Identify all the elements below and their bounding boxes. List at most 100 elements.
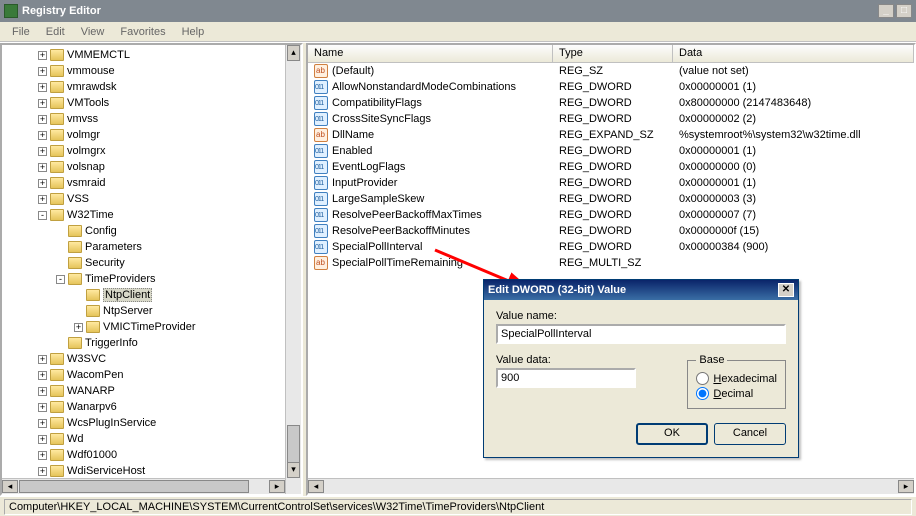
expand-toggle[interactable]: + <box>38 99 47 108</box>
list-horizontal-scrollbar[interactable]: ◂ ▸ <box>308 478 914 494</box>
column-data[interactable]: Data <box>673 45 914 62</box>
expand-toggle[interactable]: + <box>38 371 47 380</box>
expand-toggle[interactable]: - <box>56 275 65 284</box>
expand-toggle[interactable]: + <box>38 387 47 396</box>
tree-item-w32time[interactable]: -W32Time <box>2 207 301 223</box>
expand-toggle[interactable]: + <box>38 451 47 460</box>
folder-icon <box>50 209 64 221</box>
value-type: REG_DWORD <box>553 161 673 173</box>
expand-toggle[interactable]: + <box>38 467 47 476</box>
expand-toggle[interactable]: + <box>38 147 47 156</box>
tree-item-wdiservicehost[interactable]: +WdiServiceHost <box>2 463 301 479</box>
tree-label: volmgr <box>67 129 100 141</box>
tree-item-timeproviders[interactable]: -TimeProviders <box>2 271 301 287</box>
expand-toggle[interactable]: + <box>38 51 47 60</box>
tree-item-vmrawdsk[interactable]: +vmrawdsk <box>2 79 301 95</box>
value-row[interactable]: ResolvePeerBackoffMinutesREG_DWORD0x0000… <box>308 223 914 239</box>
tree-item-w3svc[interactable]: +W3SVC <box>2 351 301 367</box>
ok-button[interactable]: OK <box>636 423 708 445</box>
close-button[interactable]: ✕ <box>778 283 794 297</box>
tree-vertical-scrollbar[interactable]: ▴ ▾ <box>285 45 301 494</box>
tree-item-volsnap[interactable]: +volsnap <box>2 159 301 175</box>
tree-item-wanarpv6[interactable]: +Wanarpv6 <box>2 399 301 415</box>
dialog-title-bar[interactable]: Edit DWORD (32-bit) Value ✕ <box>484 280 798 300</box>
tree-label: Security <box>85 257 125 269</box>
folder-icon <box>50 129 64 141</box>
tree-item-vmtools[interactable]: +VMTools <box>2 95 301 111</box>
expand-toggle[interactable]: + <box>38 435 47 444</box>
tree-item-triggerinfo[interactable]: TriggerInfo <box>2 335 301 351</box>
tree-item-security[interactable]: Security <box>2 255 301 271</box>
tree-item-volmgrx[interactable]: +volmgrx <box>2 143 301 159</box>
expand-toggle[interactable]: + <box>38 163 47 172</box>
folder-icon <box>50 177 64 189</box>
tree-item-wcspluginservice[interactable]: +WcsPlugInService <box>2 415 301 431</box>
expand-toggle[interactable]: + <box>38 195 47 204</box>
value-type: REG_DWORD <box>553 209 673 221</box>
tree-item-ntpserver[interactable]: NtpServer <box>2 303 301 319</box>
scroll-right-icon[interactable]: ▸ <box>269 480 285 493</box>
value-row[interactable]: SpecialPollIntervalREG_DWORD0x00000384 (… <box>308 239 914 255</box>
value-row[interactable]: CrossSiteSyncFlagsREG_DWORD0x00000002 (2… <box>308 111 914 127</box>
value-name-field[interactable] <box>496 324 786 344</box>
cancel-button[interactable]: Cancel <box>714 423 786 445</box>
menu-favorites[interactable]: Favorites <box>112 24 173 40</box>
value-row[interactable]: EnabledREG_DWORD0x00000001 (1) <box>308 143 914 159</box>
tree-item-ntpclient[interactable]: NtpClient <box>2 287 301 303</box>
expand-toggle[interactable]: + <box>38 403 47 412</box>
expand-toggle[interactable]: + <box>38 355 47 364</box>
menu-edit[interactable]: Edit <box>38 24 73 40</box>
scroll-left-icon[interactable]: ◂ <box>308 480 324 493</box>
tree-item-vsmraid[interactable]: + vsmraid <box>2 175 301 191</box>
menu-view[interactable]: View <box>73 24 113 40</box>
scroll-left-icon[interactable]: ◂ <box>2 480 18 493</box>
tree-item-vmmouse[interactable]: +vmmouse <box>2 63 301 79</box>
tree-item-volmgr[interactable]: + volmgr <box>2 127 301 143</box>
tree-horizontal-scrollbar[interactable]: ◂ ▸ <box>2 478 285 494</box>
value-row[interactable]: LargeSampleSkewREG_DWORD0x00000003 (3) <box>308 191 914 207</box>
tree-item-wanarp[interactable]: +WANARP <box>2 383 301 399</box>
minimize-button[interactable]: _ <box>878 4 894 18</box>
value-row[interactable]: SpecialPollTimeRemainingREG_MULTI_SZ <box>308 255 914 271</box>
expand-toggle[interactable]: + <box>38 115 47 124</box>
scroll-thumb[interactable] <box>19 480 249 493</box>
column-type[interactable]: Type <box>553 45 673 62</box>
scroll-thumb[interactable] <box>287 425 300 465</box>
tree-pane[interactable]: +VMMEMCTL+vmmouse+vmrawdsk+VMTools+vmvss… <box>0 43 303 496</box>
tree-item-parameters[interactable]: Parameters <box>2 239 301 255</box>
folder-icon <box>86 305 100 317</box>
value-row[interactable]: AllowNonstandardModeCombinationsREG_DWOR… <box>308 79 914 95</box>
expand-toggle[interactable]: + <box>38 419 47 428</box>
menu-help[interactable]: Help <box>174 24 213 40</box>
tree-item-vmmemctl[interactable]: +VMMEMCTL <box>2 47 301 63</box>
value-row[interactable]: (Default)REG_SZ(value not set) <box>308 63 914 79</box>
tree-label: vsmraid <box>67 177 106 189</box>
tree-item-vmvss[interactable]: +vmvss <box>2 111 301 127</box>
value-row[interactable]: CompatibilityFlagsREG_DWORD0x80000000 (2… <box>308 95 914 111</box>
expand-toggle[interactable]: + <box>38 67 47 76</box>
value-row[interactable]: InputProviderREG_DWORD0x00000001 (1) <box>308 175 914 191</box>
tree-item-wd[interactable]: +Wd <box>2 431 301 447</box>
tree-item-config[interactable]: Config <box>2 223 301 239</box>
column-name[interactable]: Name <box>308 45 553 62</box>
expand-toggle[interactable]: - <box>38 211 47 220</box>
radio-hexadecimal[interactable]: Hexadecimal <box>696 372 777 385</box>
menu-file[interactable]: File <box>4 24 38 40</box>
expand-toggle[interactable]: + <box>38 131 47 140</box>
tree-item-wdf01000[interactable]: +Wdf01000 <box>2 447 301 463</box>
value-row[interactable]: EventLogFlagsREG_DWORD0x00000000 (0) <box>308 159 914 175</box>
expand-toggle[interactable]: + <box>74 323 83 332</box>
expand-toggle[interactable]: + <box>38 179 47 188</box>
scroll-up-icon[interactable]: ▴ <box>287 45 300 61</box>
scroll-down-icon[interactable]: ▾ <box>287 462 300 478</box>
maximize-button[interactable]: □ <box>896 4 912 18</box>
value-row[interactable]: ResolvePeerBackoffMaxTimesREG_DWORD0x000… <box>308 207 914 223</box>
tree-item-vss[interactable]: +VSS <box>2 191 301 207</box>
tree-item-wacompen[interactable]: +WacomPen <box>2 367 301 383</box>
value-data-field[interactable] <box>496 368 636 388</box>
tree-item-vmictimeprovider[interactable]: +VMICTimeProvider <box>2 319 301 335</box>
radio-decimal[interactable]: Decimal <box>696 387 777 400</box>
value-row[interactable]: DllNameREG_EXPAND_SZ%systemroot%\system3… <box>308 127 914 143</box>
expand-toggle[interactable]: + <box>38 83 47 92</box>
scroll-right-icon[interactable]: ▸ <box>898 480 914 493</box>
